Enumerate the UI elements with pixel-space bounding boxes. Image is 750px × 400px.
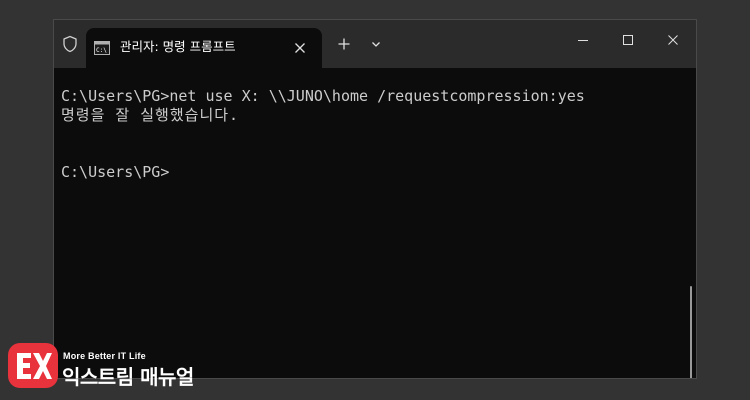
watermark-logo: More Better IT Life 익스트림 매뉴얼	[5, 342, 215, 392]
title-bar[interactable]: C:\ 관리자: 명령 프롬프트	[54, 20, 696, 68]
scrollbar[interactable]	[690, 286, 692, 378]
logo-name: 익스트림 매뉴얼	[62, 365, 194, 389]
terminal-line: 명령을 잘 실행했습니다.	[61, 106, 240, 124]
close-window-button[interactable]	[650, 20, 696, 60]
tab-title: 관리자: 명령 프롬프트	[120, 39, 236, 54]
tab-command-prompt[interactable]: C:\ 관리자: 명령 프롬프트	[86, 28, 322, 68]
close-icon	[668, 35, 678, 45]
logo-mark-icon	[8, 343, 58, 388]
terminal-prompt: C:\Users\PG>	[61, 163, 170, 181]
logo-tagline: More Better IT Life	[63, 351, 146, 361]
terminal-line: C:\Users\PG>net use X: \\JUNO\home /requ…	[61, 87, 585, 105]
maximize-button[interactable]	[605, 20, 651, 60]
terminal-output[interactable]: C:\Users\PG>net use X: \\JUNO\home /requ…	[54, 68, 696, 378]
maximize-icon	[623, 35, 633, 45]
svg-text:C:\: C:\	[96, 47, 107, 54]
plus-icon[interactable]	[334, 34, 354, 54]
minimize-icon	[578, 40, 588, 41]
minimize-button[interactable]	[560, 20, 606, 60]
terminal-window: C:\ 관리자: 명령 프롬프트 C:\Users\PG>net use X: …	[53, 19, 697, 379]
chevron-down-icon[interactable]	[366, 34, 386, 54]
command-prompt-icon: C:\	[94, 40, 110, 55]
close-icon[interactable]	[290, 38, 310, 58]
shield-icon	[61, 35, 79, 53]
